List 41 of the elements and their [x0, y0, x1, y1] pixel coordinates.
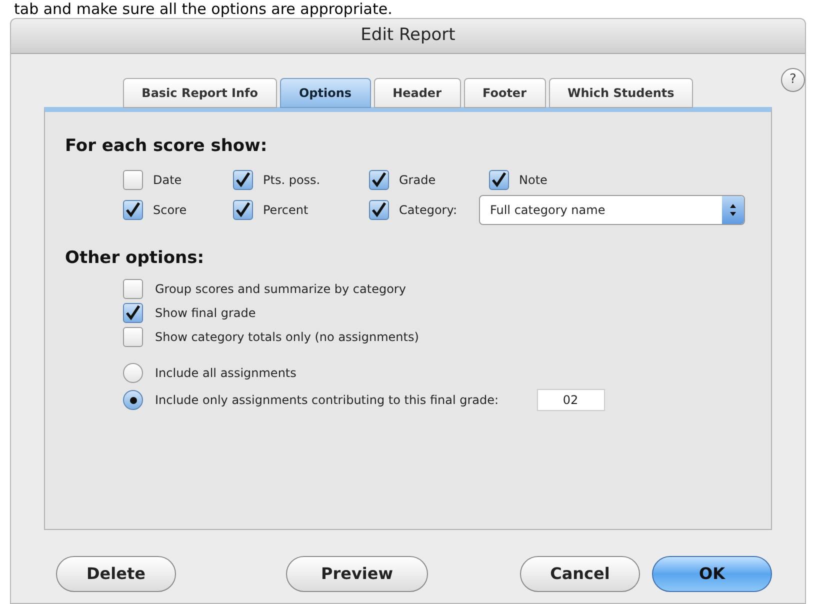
- checkbox[interactable]: [233, 200, 253, 220]
- help-button[interactable]: ?: [781, 68, 805, 92]
- option-label: Date: [153, 172, 182, 188]
- category-dropdown[interactable]: Full category name: [478, 194, 745, 224]
- option-label: Show category totals only (no assignments): [155, 329, 419, 346]
- option-label: Show final grade: [155, 305, 256, 322]
- option-label: Score: [153, 202, 187, 218]
- radio-button[interactable]: [123, 390, 143, 410]
- tab[interactable]: Header: [374, 78, 460, 108]
- checkbox[interactable]: [369, 170, 389, 190]
- section-heading: Other options:: [65, 246, 206, 270]
- caption-text: tab and make sure all the options are appropriate.: [14, 0, 392, 18]
- option-label: Note: [519, 172, 548, 188]
- section-heading: For each score show:: [65, 135, 268, 158]
- option-label: Grade: [399, 172, 436, 188]
- tab[interactable]: Basic Report Info: [122, 78, 277, 108]
- tab[interactable]: Which Students: [548, 78, 694, 108]
- option-label: Include only assignments contributing to this final grade:: [155, 392, 499, 409]
- checkbox[interactable]: [123, 303, 143, 323]
- ok-button[interactable]: OK: [652, 556, 772, 592]
- checkbox[interactable]: [233, 170, 253, 190]
- dialog-button[interactable]: Cancel: [520, 556, 640, 592]
- checkbox[interactable]: [123, 170, 143, 190]
- dialog-button[interactable]: Preview: [286, 556, 428, 592]
- dialog-button[interactable]: Delete: [56, 556, 176, 592]
- option-label: Group scores and summarize by category: [155, 281, 406, 298]
- option-label: Category:: [399, 202, 457, 218]
- option-label: Pts. poss.: [263, 172, 320, 188]
- tab[interactable]: Footer: [464, 78, 546, 108]
- stepper-arrows-icon: [722, 196, 744, 224]
- checkbox[interactable]: [123, 327, 143, 347]
- tab[interactable]: Options: [280, 78, 371, 108]
- option-label: Percent: [263, 202, 308, 218]
- checkbox[interactable]: [489, 170, 509, 190]
- checkbox[interactable]: [123, 200, 143, 220]
- window-title: Edit Report: [360, 24, 456, 48]
- grade-field[interactable]: 02: [536, 389, 605, 411]
- option-label: Include all assignments: [155, 365, 296, 382]
- checkbox[interactable]: [123, 279, 143, 299]
- radio-button[interactable]: [123, 363, 143, 383]
- checkbox[interactable]: [369, 200, 389, 220]
